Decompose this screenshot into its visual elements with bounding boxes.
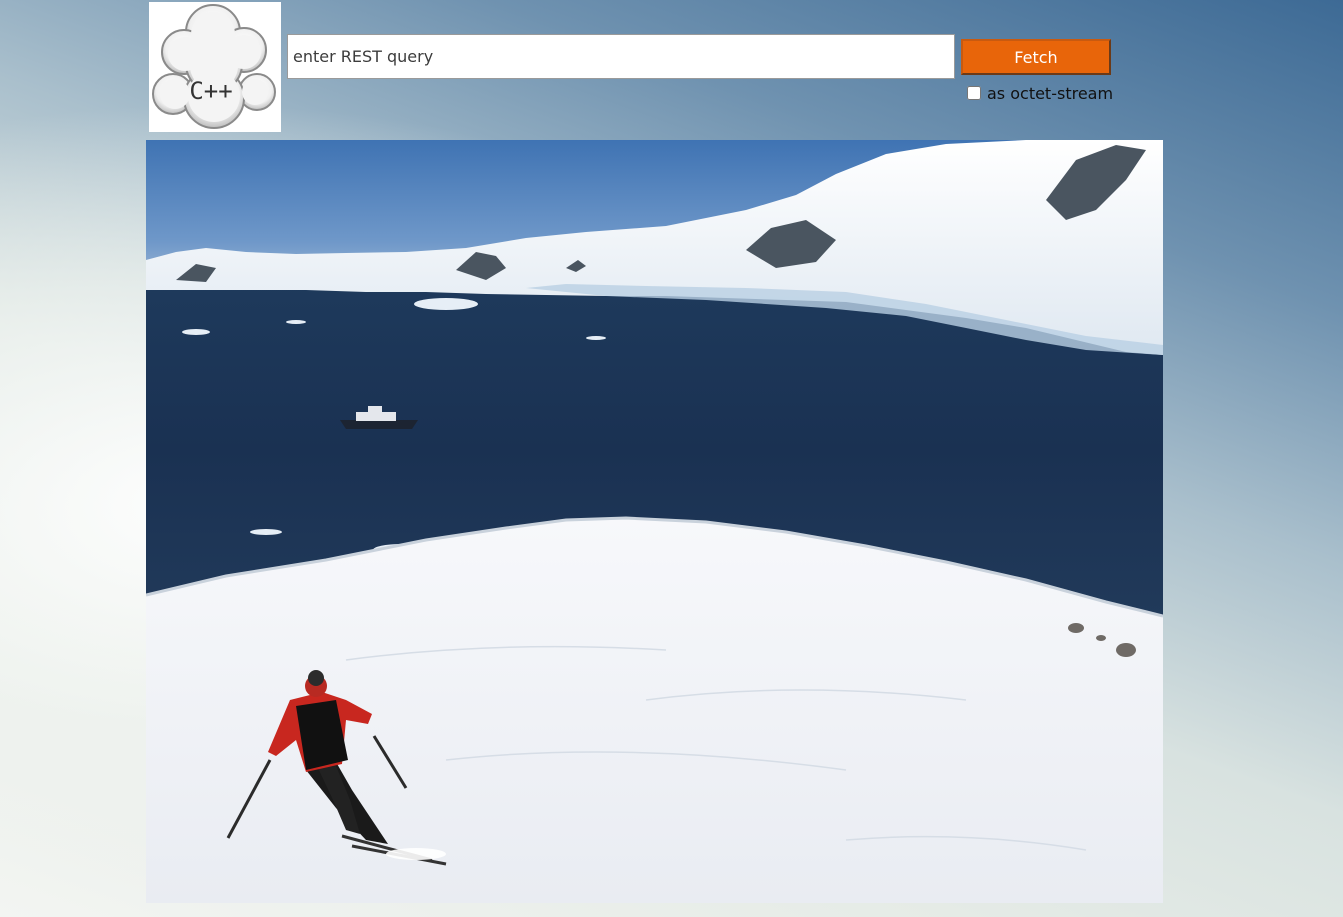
octet-stream-checkbox[interactable]	[967, 86, 981, 100]
fetched-image	[146, 140, 1163, 903]
logo-text: C++	[189, 77, 232, 105]
skier-antarctic-bay-photo	[146, 140, 1163, 903]
octet-stream-label: as octet-stream	[987, 83, 1114, 103]
octet-stream-option[interactable]: as octet-stream	[965, 83, 1113, 103]
fetch-button[interactable]: Fetch	[961, 39, 1111, 75]
cloud-cpp-logo-icon: C++	[152, 4, 276, 129]
rest-query-input[interactable]	[287, 34, 955, 79]
cloud-cpp-logo: C++	[149, 2, 281, 132]
